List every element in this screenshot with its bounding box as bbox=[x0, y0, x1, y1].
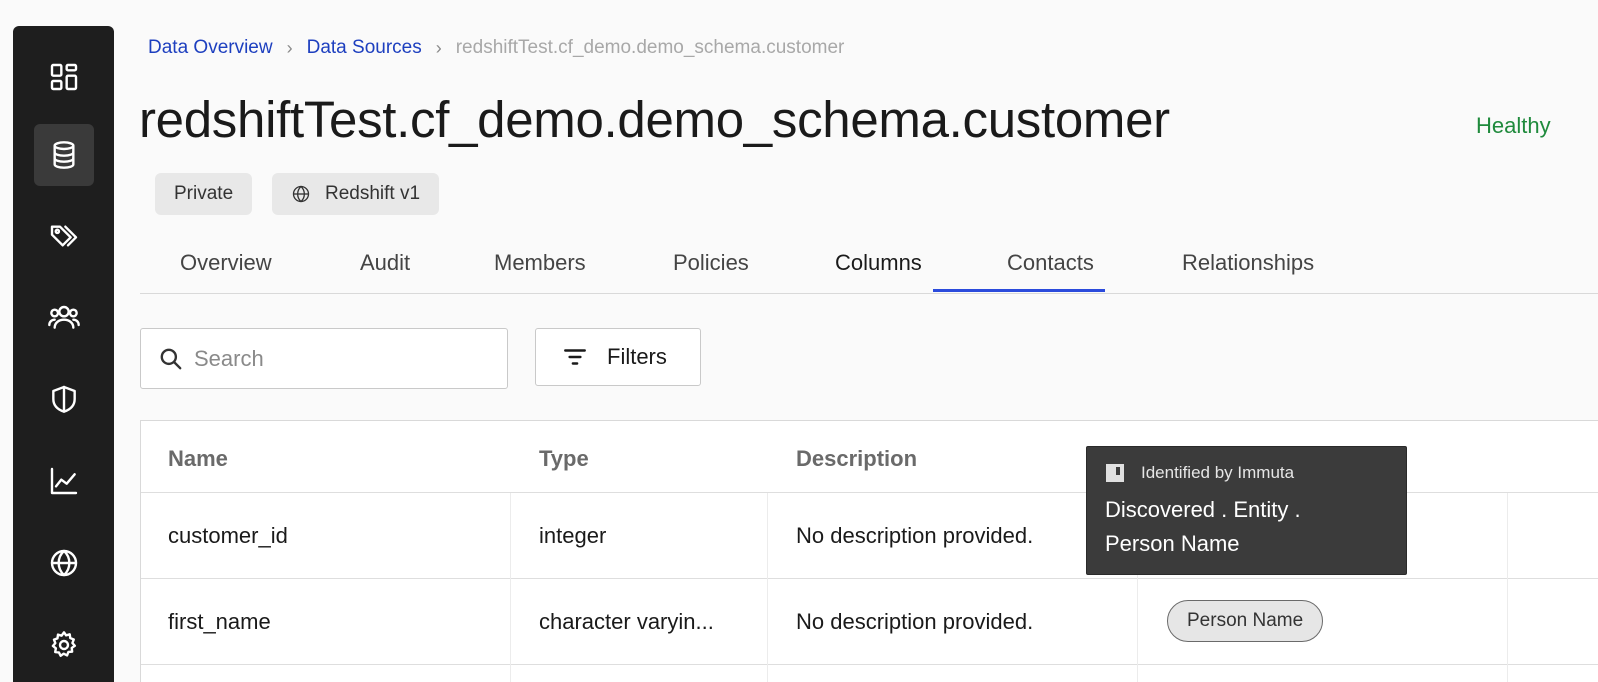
tooltip-heading: Identified by Immuta bbox=[1105, 463, 1388, 483]
filters-button[interactable]: Filters bbox=[535, 328, 701, 386]
breadcrumb-link-data-overview[interactable]: Data Overview bbox=[148, 37, 273, 59]
column-type: integer bbox=[539, 523, 607, 548]
page-title: redshiftTest.cf_demo.demo_schema.custome… bbox=[139, 91, 1170, 148]
tab-bar: Overview Audit Members Policies Columns … bbox=[140, 240, 1598, 294]
tab-relationships[interactable]: Relationships bbox=[1182, 250, 1314, 276]
status-badge: Healthy bbox=[1476, 113, 1551, 138]
filters-button-label: Filters bbox=[607, 344, 667, 369]
database-icon bbox=[53, 141, 75, 169]
column-divider bbox=[767, 493, 768, 682]
visibility-chip: Private bbox=[155, 173, 253, 215]
tab-members[interactable]: Members bbox=[494, 250, 586, 276]
filter-icon bbox=[564, 349, 586, 365]
column-name: customer_id bbox=[168, 523, 288, 548]
tooltip-body: Discovered . Entity . Person Name bbox=[1105, 497, 1301, 556]
column-divider bbox=[1507, 493, 1508, 682]
chevron-right-icon: › bbox=[286, 37, 293, 58]
column-divider bbox=[510, 493, 511, 682]
sidebar-item-settings[interactable] bbox=[34, 614, 94, 676]
dashboard-icon bbox=[50, 63, 78, 91]
tab-columns[interactable]: Columns bbox=[835, 250, 922, 276]
sidebar-item-people[interactable] bbox=[34, 286, 94, 348]
column-type: character varyin... bbox=[539, 609, 714, 634]
column-name: first_name bbox=[168, 609, 271, 634]
tab-contacts[interactable]: Contacts bbox=[1007, 250, 1094, 276]
search-input[interactable] bbox=[194, 345, 494, 372]
column-header-name[interactable]: Name bbox=[168, 446, 228, 472]
column-header-description[interactable]: Description bbox=[796, 446, 917, 472]
gear-icon bbox=[51, 631, 76, 657]
column-description: No description provided. bbox=[796, 609, 1034, 634]
tab-policies[interactable]: Policies bbox=[673, 250, 749, 276]
tag-pill[interactable]: Person Name bbox=[1167, 600, 1324, 642]
tag-tooltip: Identified by Immuta Discovered . Entity… bbox=[1086, 446, 1407, 575]
globe-icon bbox=[292, 185, 310, 203]
sidebar-item-governance[interactable] bbox=[34, 368, 94, 430]
chevron-right-icon: › bbox=[435, 37, 442, 58]
tooltip-heading-text: Identified by Immuta bbox=[1141, 463, 1295, 482]
connection-chip: Redshift v1 bbox=[272, 173, 440, 215]
shield-icon bbox=[52, 385, 76, 413]
breadcrumb-link-data-sources[interactable]: Data Sources bbox=[307, 37, 422, 59]
search-box[interactable] bbox=[140, 328, 508, 389]
search-icon bbox=[160, 348, 182, 369]
tab-overview[interactable]: Overview bbox=[180, 250, 272, 276]
connection-chip-label: Redshift v1 bbox=[325, 183, 421, 204]
chart-icon bbox=[50, 467, 78, 495]
sidebar bbox=[13, 26, 114, 682]
globe-icon bbox=[50, 549, 78, 577]
sidebar-item-tags[interactable] bbox=[34, 205, 94, 267]
column-header-type[interactable]: Type bbox=[539, 446, 589, 472]
sidebar-item-audit[interactable] bbox=[34, 450, 94, 512]
tab-audit[interactable]: Audit bbox=[360, 250, 410, 276]
tags-icon bbox=[50, 225, 78, 247]
sidebar-item-dashboard[interactable] bbox=[34, 46, 94, 108]
table-row[interactable]: first_name character varyin... No descri… bbox=[141, 579, 1598, 665]
sidebar-item-marketplace[interactable] bbox=[34, 532, 94, 594]
breadcrumb-current: redshiftTest.cf_demo.demo_schema.custome… bbox=[455, 37, 845, 58]
active-tab-indicator bbox=[933, 289, 1105, 292]
immuta-icon bbox=[1106, 464, 1124, 482]
users-icon bbox=[48, 305, 80, 329]
visibility-chip-label: Private bbox=[174, 183, 234, 204]
breadcrumb: Data Overview › Data Sources › redshiftT… bbox=[148, 36, 844, 60]
app-root: Data Overview › Data Sources › redshiftT… bbox=[0, 0, 1598, 682]
column-description: No description provided. bbox=[796, 523, 1034, 548]
sidebar-item-data-sources[interactable] bbox=[34, 124, 94, 186]
